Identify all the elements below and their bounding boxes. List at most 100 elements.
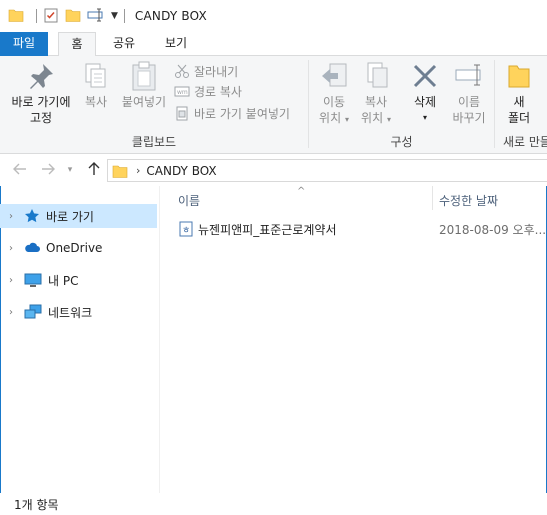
pin-label-line1: 바로 가기에	[11, 95, 71, 109]
star-icon	[25, 209, 39, 223]
copy-icon	[85, 63, 106, 88]
paste-shortcut-button[interactable]: 바로 가기 붙여넣기	[174, 104, 290, 122]
pin-to-quick-access-button[interactable]: 바로 가기에 고정	[4, 60, 78, 126]
address-bar[interactable]: › CANDY BOX	[107, 159, 547, 182]
copy-to-label-line1: 복사	[364, 95, 388, 109]
move-to-label-line2-text: 위치	[319, 111, 342, 125]
cut-label: 잘라내기	[194, 64, 239, 79]
copy-to-icon	[367, 62, 388, 88]
item-count: 1개 항목	[14, 498, 59, 512]
hwp-document-icon: ㅎ	[179, 221, 193, 237]
organize-group: 이동 위치 ▾ 복사 위치 ▾ 삭제 ▾ 이름 바꾸기 구성	[309, 56, 494, 153]
new-folder-button[interactable]: 새 폴더	[499, 60, 539, 126]
nav-expand-chevron-icon[interactable]: ›	[2, 211, 20, 222]
rename-quick-icon[interactable]	[87, 7, 105, 26]
clipboard-group-label: 클립보드	[131, 135, 177, 149]
up-button[interactable]	[86, 162, 102, 178]
move-to-icon	[322, 63, 347, 87]
recent-locations-dropdown[interactable]: ▾	[62, 162, 78, 178]
copy-path-icon: wm	[174, 86, 190, 97]
file-list: ^ 이름 수정한 날짜 ㅎ 뉴젠피앤피_표준근로계약서 2018-08-09 오…	[160, 186, 547, 496]
ribbon-tabs: 파일 홈 공유 보기	[0, 32, 547, 57]
copy-path-button[interactable]: wm 경로 복사	[174, 82, 242, 100]
nav-expand-chevron-icon[interactable]: ›	[2, 275, 20, 286]
navigation-pane: › 바로 가기 › OneDrive › 내 PC › 네트워크	[0, 196, 160, 496]
paste-button[interactable]: 붙여넣기	[118, 60, 170, 110]
move-to-button[interactable]: 이동 위치 ▾	[313, 60, 355, 128]
rename-icon	[455, 64, 481, 86]
rename-button[interactable]: 이름 바꾸기	[447, 60, 491, 126]
ribbon: 바로 가기에 고정 복사 붙여넣기 잘라내기 wm 경로 복사 바로 가기 붙여…	[0, 56, 547, 154]
tab-share[interactable]: 공유	[104, 32, 144, 56]
status-bar: 1개 항목	[0, 493, 547, 515]
breadcrumb-current[interactable]: CANDY BOX	[146, 164, 216, 178]
pin-icon	[30, 64, 53, 89]
nav-item-network[interactable]: › 네트워크	[0, 300, 157, 324]
monitor-icon	[24, 273, 42, 287]
copy-to-button[interactable]: 복사 위치 ▾	[355, 60, 397, 128]
column-header-modified[interactable]: 수정한 날짜	[439, 192, 498, 209]
tab-home[interactable]: 홈	[58, 32, 96, 57]
sort-ascending-icon: ^	[297, 186, 306, 197]
organize-group-label: 구성	[390, 135, 413, 149]
arrow-left-icon	[13, 163, 26, 175]
copy-to-dropdown-icon: ▾	[386, 115, 391, 124]
copy-to-label-line2-text: 위치	[361, 111, 384, 125]
paste-shortcut-label: 바로 가기 붙여넣기	[194, 106, 290, 121]
nav-label-this-pc: 내 PC	[48, 273, 79, 288]
nav-expand-chevron-icon[interactable]: ›	[2, 307, 20, 318]
rename-label-line2: 바꾸기	[452, 111, 486, 125]
delete-label: 삭제	[413, 95, 437, 109]
copy-path-label: 경로 복사	[194, 84, 242, 99]
move-to-label-line1: 이동	[322, 95, 346, 109]
copy-button[interactable]: 복사	[78, 60, 114, 110]
svg-text:ㅎ: ㅎ	[182, 226, 190, 236]
delete-x-icon	[413, 64, 437, 88]
nav-label-onedrive: OneDrive	[46, 241, 103, 255]
window-title: CANDY BOX	[134, 9, 207, 23]
new-folder-quick-icon[interactable]	[65, 7, 81, 26]
pin-label-line2: 고정	[29, 111, 53, 125]
arrow-up-icon	[88, 162, 100, 175]
arrow-right-icon	[42, 163, 55, 175]
nav-label-network: 네트워크	[48, 305, 93, 320]
column-separator[interactable]	[432, 186, 433, 210]
tab-view[interactable]: 보기	[156, 32, 196, 56]
move-to-dropdown-icon: ▾	[344, 115, 349, 124]
nav-expand-chevron-icon[interactable]: ›	[2, 243, 20, 254]
address-bar-row: ▾ › CANDY BOX	[0, 154, 547, 186]
new-folder-icon	[508, 65, 530, 88]
nav-label-quick-access: 바로 가기	[46, 209, 94, 224]
breadcrumb-chevron-icon[interactable]: ›	[136, 164, 140, 177]
tab-file[interactable]: 파일	[0, 32, 48, 56]
cut-button[interactable]: 잘라내기	[174, 62, 238, 80]
clipboard-group: 바로 가기에 고정 복사 붙여넣기 잘라내기 wm 경로 복사 바로 가기 붙여…	[0, 56, 308, 153]
nav-item-onedrive[interactable]: › OneDrive	[0, 236, 157, 260]
title-separator	[36, 9, 37, 23]
address-folder-icon	[112, 165, 128, 178]
back-button[interactable]	[12, 162, 28, 178]
new-folder-label-line1: 새	[513, 95, 525, 109]
file-row[interactable]: ㅎ 뉴젠피앤피_표준근로계약서 2018-08-09 오후...	[178, 219, 547, 239]
paste-shortcut-icon	[176, 106, 188, 121]
copy-label: 복사	[84, 95, 108, 109]
nav-item-quick-access[interactable]: › 바로 가기	[0, 204, 157, 228]
nav-item-this-pc[interactable]: › 내 PC	[0, 268, 157, 292]
title-separator-2	[123, 9, 125, 23]
customize-quick-access-icon[interactable]: ▼	[111, 11, 118, 21]
forward-button[interactable]	[40, 162, 56, 178]
file-name: 뉴젠피앤피_표준근로계약서	[198, 222, 337, 237]
paste-label: 붙여넣기	[121, 95, 167, 109]
new-group-label: 새로 만들	[503, 135, 547, 149]
column-header-name[interactable]: 이름	[178, 192, 200, 209]
rename-label-line1: 이름	[457, 95, 481, 109]
delete-button[interactable]: 삭제 ▾	[405, 60, 445, 126]
new-group: 새 폴더 새로 만들	[495, 56, 547, 153]
svg-text:wm: wm	[177, 89, 188, 96]
new-folder-label-line2: 폴더	[507, 111, 531, 125]
paste-icon	[132, 61, 156, 91]
scissors-icon	[175, 64, 189, 78]
folder-icon	[8, 7, 24, 26]
properties-icon[interactable]	[43, 7, 59, 26]
delete-dropdown-icon: ▾	[422, 113, 427, 122]
